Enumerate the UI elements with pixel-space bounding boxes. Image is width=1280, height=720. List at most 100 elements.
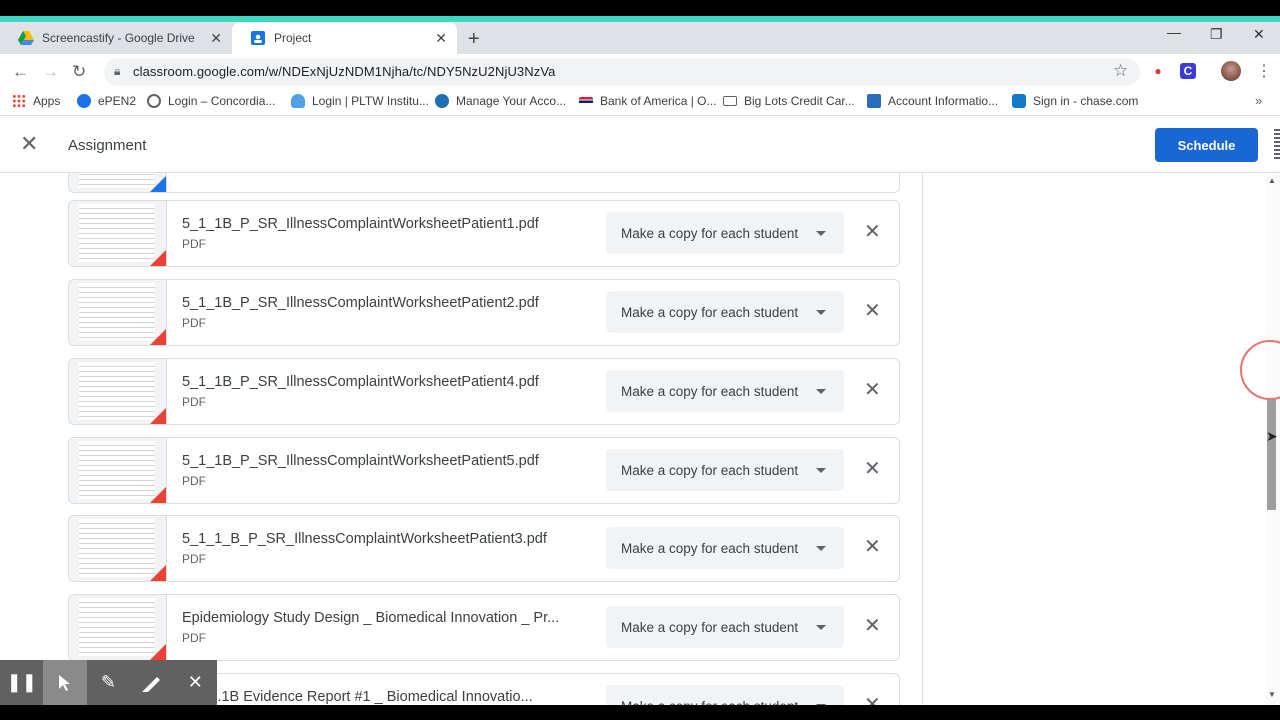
attachment-name[interactable]: ct 5.1.1B Evidence Report #1 _ Biomedica… — [182, 689, 533, 705]
assignment-header — [0, 117, 1280, 173]
bookmark-concordia[interactable]: Login – Concordia... — [147, 94, 275, 108]
close-icon[interactable]: ✕ — [210, 30, 222, 47]
sharing-permission-select[interactable]: Make a copy for each student — [606, 527, 844, 569]
bookmark-star-icon[interactable]: ☆ — [1113, 61, 1128, 81]
pen-icon[interactable]: ✎ — [87, 660, 130, 705]
file-type-flag-icon — [150, 644, 166, 660]
permission-label: Make a copy for each student — [621, 462, 799, 478]
document-preview — [79, 283, 155, 341]
document-preview — [79, 598, 155, 656]
attachment-name[interactable]: 5_1_1_B_P_SR_IllnessComplaintWorksheetPa… — [182, 531, 547, 547]
remove-attachment-icon[interactable]: ✕ — [864, 221, 881, 243]
bookmark-apps[interactable]: Apps — [12, 94, 60, 108]
bookmark-account-information[interactable]: Account Informatio... — [867, 94, 998, 108]
chevron-down-icon — [816, 625, 826, 630]
bookmark-label: Big Lots Credit Car... — [744, 94, 855, 108]
top-border — [0, 0, 1280, 16]
extension-screencastify-icon[interactable]: ● — [1150, 63, 1166, 79]
attachment-type: PDF — [182, 552, 206, 566]
cloud-icon — [291, 94, 305, 108]
attachment-type: PDF — [182, 237, 206, 251]
attachment-card[interactable]: 5_1_1B_P_SR_IllnessComplaintWorksheetPat… — [68, 437, 900, 504]
mouse-cursor-icon: ➤ — [1266, 428, 1278, 444]
bookmark-bank-of-america[interactable]: Bank of America | O... — [579, 94, 717, 108]
attachment-card[interactable]: 5_1_1_B_P_SR_IllnessComplaintWorksheetPa… — [68, 515, 900, 582]
reload-icon[interactable]: ↻ — [72, 62, 86, 82]
bookmark-label: Manage Your Acco... — [456, 94, 567, 108]
avatar[interactable] — [1221, 61, 1241, 81]
close-icon[interactable]: ✕ — [20, 133, 38, 155]
file-type-flag-icon — [150, 176, 166, 192]
attachment-thumbnail[interactable] — [69, 516, 167, 581]
minimize-icon[interactable]: — — [1167, 24, 1181, 40]
bookmark-big-lots[interactable]: Big Lots Credit Car... — [723, 94, 855, 108]
sharing-permission-select[interactable]: Make a copy for each student — [606, 291, 844, 333]
dropdown-arrow-edge[interactable] — [1274, 129, 1280, 161]
forward-icon[interactable]: → — [42, 62, 59, 82]
lock-icon[interactable]: 🔒︎ — [114, 64, 120, 79]
attachment-card[interactable]: Epidemiology Study Design _ Biomedical I… — [68, 594, 900, 661]
bookmark-chase[interactable]: Sign in - chase.com — [1012, 94, 1138, 108]
attachment-name[interactable]: 5_1_1B_P_SR_IllnessComplaintWorksheetPat… — [182, 374, 539, 390]
sharing-permission-select[interactable]: Make a copy for each student — [606, 370, 844, 412]
account-icon — [435, 94, 449, 108]
file-type-flag-icon — [150, 565, 166, 581]
extension-c-icon[interactable]: C — [1180, 63, 1196, 79]
remove-attachment-icon[interactable]: ✕ — [864, 300, 881, 322]
permission-label: Make a copy for each student — [621, 540, 799, 556]
close-icon[interactable]: ✕ — [174, 660, 217, 705]
attachment-card[interactable]: 5_1_1B_P_SR_IllnessComplaintWorksheetPat… — [68, 279, 900, 346]
attachment-thumbnail[interactable] — [69, 438, 167, 503]
sharing-permission-select[interactable]: Make a copy for each student — [606, 606, 844, 648]
card-icon — [723, 96, 737, 106]
attachment-card[interactable]: 5_1_1B_P_SR_IllnessComplaintWorksheetPat… — [68, 358, 900, 425]
attachment-type: PDF — [182, 631, 206, 645]
scrollbar-thumb[interactable] — [1267, 398, 1276, 510]
attachment-thumbnail[interactable] — [69, 359, 167, 424]
attachment-card[interactable] — [68, 173, 900, 193]
attachment-card[interactable]: 5_1_1B_P_SR_IllnessComplaintWorksheetPat… — [68, 200, 900, 267]
menu-kebab-icon[interactable]: ⋮ — [1256, 61, 1272, 81]
remove-attachment-icon[interactable]: ✕ — [864, 536, 881, 558]
permission-label: Make a copy for each student — [621, 619, 799, 635]
window-close-icon[interactable]: ✕ — [1253, 26, 1265, 43]
sharing-permission-select[interactable]: Make a copy for each student — [606, 212, 844, 254]
bookmark-label: Login | PLTW Institu... — [312, 94, 429, 108]
attachment-name[interactable]: 5_1_1B_P_SR_IllnessComplaintWorksheetPat… — [182, 453, 539, 469]
new-tab-icon[interactable]: + — [468, 28, 480, 51]
attachment-thumbnail[interactable] — [69, 173, 167, 192]
highlighter-icon[interactable] — [130, 660, 173, 705]
bookmark-label: Sign in - chase.com — [1033, 94, 1139, 108]
back-icon[interactable]: ← — [12, 62, 29, 82]
attachment-thumbnail[interactable] — [69, 280, 167, 345]
schedule-button[interactable]: Schedule — [1155, 128, 1258, 162]
remove-attachment-icon[interactable]: ✕ — [864, 615, 881, 637]
url-text[interactable]: classroom.google.com/w/NDExNjUzNDM1Njha/… — [133, 64, 556, 79]
scroll-up-icon[interactable]: ▲ — [1268, 176, 1276, 185]
attachment-name[interactable]: Epidemiology Study Design _ Biomedical I… — [182, 610, 559, 626]
attachment-type: PDF — [182, 474, 206, 488]
attachment-name[interactable]: 5_1_1B_P_SR_IllnessComplaintWorksheetPat… — [182, 216, 539, 232]
attachment-name[interactable]: 5_1_1B_P_SR_IllnessComplaintWorksheetPat… — [182, 295, 539, 311]
scroll-down-icon[interactable]: ▼ — [1268, 690, 1276, 699]
tab-label: Project — [274, 31, 312, 45]
close-icon[interactable]: ✕ — [435, 30, 447, 47]
tab-project[interactable]: Project ✕ — [232, 22, 457, 54]
attachment-thumbnail[interactable] — [69, 201, 167, 266]
apps-grid-icon — [12, 94, 26, 108]
remove-attachment-icon[interactable]: ✕ — [864, 458, 881, 480]
bookmark-manage-account[interactable]: Manage Your Acco... — [435, 94, 566, 108]
panel-divider — [922, 173, 923, 720]
pause-icon[interactable]: ❚❚ — [0, 660, 43, 705]
classroom-icon — [250, 30, 266, 46]
attachment-thumbnail[interactable] — [69, 595, 167, 660]
bookmark-pltw[interactable]: Login | PLTW Institu... — [291, 94, 429, 108]
more-bookmarks-icon[interactable]: » — [1255, 93, 1262, 108]
remove-attachment-icon[interactable]: ✕ — [864, 379, 881, 401]
restore-icon[interactable]: ❐ — [1210, 26, 1223, 43]
bookmark-label: Apps — [33, 94, 61, 108]
bookmark-epen2[interactable]: ePEN2 — [77, 94, 136, 108]
tab-screencastify-drive[interactable]: Screencastify - Google Drive ✕ — [0, 22, 232, 54]
pointer-icon[interactable] — [43, 660, 87, 705]
sharing-permission-select[interactable]: Make a copy for each student — [606, 449, 844, 491]
